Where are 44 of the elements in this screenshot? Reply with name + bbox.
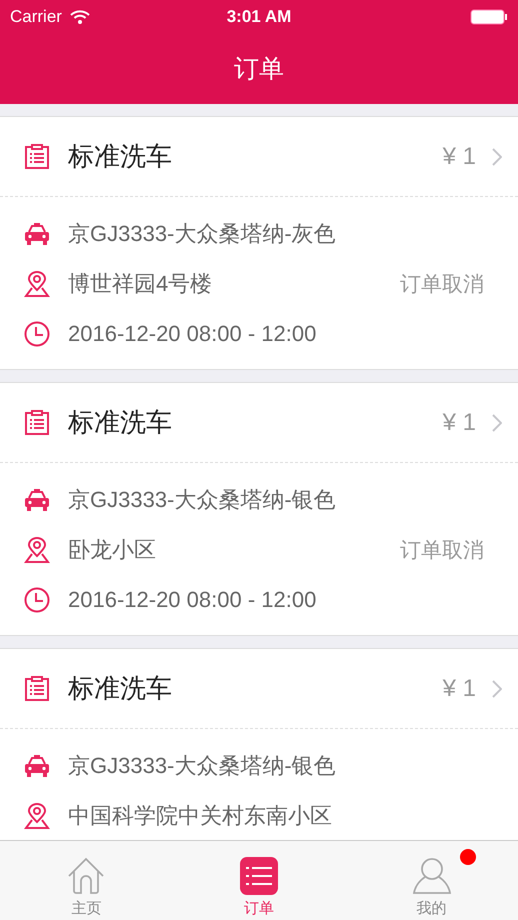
location-pin-icon [24, 271, 50, 297]
order-card[interactable]: 标准洗车 ¥ 1 京GJ3333-大众桑塔纳-灰色 博世祥园4号楼 订单取消 2016-12-20 08:00 - 12:00 [0, 116, 518, 370]
clipboard-icon [24, 144, 50, 170]
time-slot: 2016-12-20 08:00 - 12:00 [68, 587, 484, 613]
service-title: 标准洗车 [68, 406, 173, 439]
tab-item[interactable]: 订单 [172, 841, 346, 920]
clipboard-icon [24, 410, 50, 436]
price-label: ¥ 1 [442, 674, 476, 702]
order-card[interactable]: 标准洗车 ¥ 1 京GJ3333-大众桑塔纳-银色 卧龙小区 订单取消 2016-12-20 08:00 - 12:00 [0, 382, 518, 636]
home-icon [67, 857, 106, 895]
address-text: 博世祥园4号楼 [68, 270, 214, 298]
cancel-order-button[interactable]: 订单取消 [400, 270, 484, 298]
clock-icon [24, 587, 50, 613]
car-info: 京GJ3333-大众桑塔纳-银色 [68, 752, 337, 780]
price-label: ¥ 1 [442, 408, 476, 436]
car-icon [24, 754, 50, 778]
car-icon [24, 488, 50, 512]
location-pin-icon [24, 537, 50, 563]
chevron-icon [492, 148, 502, 166]
wifi-icon [70, 10, 90, 24]
chevron-icon [492, 680, 502, 698]
tab-item[interactable]: 我的 [345, 841, 518, 920]
clock-icon [24, 321, 50, 347]
person-icon [412, 857, 451, 895]
battery-icon [470, 9, 508, 25]
location-pin-icon [24, 803, 50, 829]
page-title: 订单 [234, 54, 284, 84]
order-card[interactable]: 标准洗车 ¥ 1 京GJ3333-大众桑塔纳-银色 中国科学院中关村东南小区 [0, 648, 518, 840]
address-text: 中国科学院中关村东南小区 [68, 802, 333, 830]
address-text: 卧龙小区 [68, 536, 157, 564]
tab-item[interactable]: 主页 [0, 841, 173, 920]
price-label: ¥ 1 [442, 142, 476, 170]
car-icon [24, 222, 50, 246]
chevron-icon [492, 414, 502, 432]
carrier-label: Carrier [10, 7, 62, 27]
cancel-order-button[interactable]: 订单取消 [400, 536, 484, 564]
clipboard-icon [24, 676, 50, 702]
service-title: 标准洗车 [68, 672, 173, 705]
car-info: 京GJ3333-大众桑塔纳-银色 [68, 486, 337, 514]
time-slot: 2016-12-20 08:00 - 12:00 [68, 321, 484, 347]
service-title: 标准洗车 [68, 140, 173, 173]
list-icon [240, 857, 278, 895]
car-info: 京GJ3333-大众桑塔纳-灰色 [68, 220, 337, 248]
clock-time: 3:01 AM [226, 7, 292, 27]
